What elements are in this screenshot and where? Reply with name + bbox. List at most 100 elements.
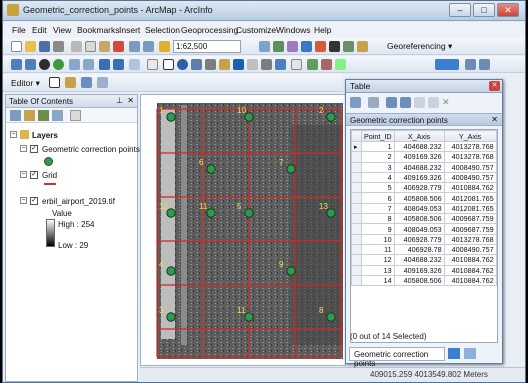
cell-point-id[interactable]: 8 — [361, 213, 395, 225]
row-selector[interactable] — [351, 254, 362, 266]
row-selector-header[interactable] — [351, 130, 362, 142]
select-elements-icon[interactable] — [163, 59, 174, 70]
toc-window-icon[interactable] — [273, 41, 284, 52]
table-row[interactable]: 10 406928.779 4013278.768 — [351, 233, 497, 245]
layer-toggle-raster[interactable]: − — [20, 197, 27, 204]
cell-y-axis[interactable]: 4013278.768 — [443, 140, 497, 153]
copy-icon[interactable] — [85, 41, 96, 52]
menu-edit[interactable]: Edit — [32, 25, 47, 35]
list-by-visibility-icon[interactable] — [38, 110, 49, 121]
table-row[interactable]: 9 408049.053 4009687.759 — [351, 223, 497, 235]
correction-point[interactable] — [206, 164, 216, 174]
edit-tool-icon[interactable] — [49, 77, 60, 88]
find-icon[interactable] — [191, 59, 202, 70]
cell-y-axis[interactable]: 4010884.762 — [443, 254, 497, 266]
correction-point[interactable] — [286, 266, 296, 276]
table-row[interactable]: 6 405808.506 4012081.765 — [351, 192, 497, 204]
correction-point[interactable] — [166, 266, 176, 276]
redo-icon[interactable] — [143, 41, 154, 52]
cell-point-id[interactable]: 11 — [361, 243, 395, 256]
column-header-point-id[interactable]: Point_ID — [361, 130, 395, 142]
row-selector[interactable] — [351, 192, 362, 204]
map-canvas[interactable]: 1 10 2 6 7 12 13 5 11 4 9 3 11 8 — [141, 95, 345, 365]
new-document-icon[interactable] — [11, 41, 22, 52]
table-row[interactable]: 11 406928.78 4008490.757 — [351, 243, 497, 256]
cell-y-axis[interactable]: 4009687.759 — [443, 213, 497, 225]
catalog-window-icon[interactable] — [287, 41, 298, 52]
cell-y-axis[interactable]: 4010884.762 — [443, 182, 497, 194]
time-slider-icon[interactable] — [261, 59, 272, 70]
table-tab-close-icon[interactable]: ✕ — [491, 115, 498, 124]
clear-selection-icon[interactable] — [147, 59, 158, 70]
toc-close-icon[interactable]: ✕ — [127, 96, 134, 105]
minimize-button[interactable]: – — [449, 3, 471, 17]
layer-toggle-grid[interactable]: − — [20, 171, 27, 178]
map-display[interactable]: 1 10 2 6 7 12 13 5 11 4 9 3 11 8 — [140, 94, 346, 366]
cell-y-axis[interactable]: 4013278.768 — [443, 233, 497, 245]
rotate-icon[interactable] — [307, 59, 318, 70]
row-selector[interactable] — [351, 202, 362, 215]
list-by-source-icon[interactable] — [24, 110, 35, 121]
cell-x-axis[interactable]: 406928.779 — [393, 233, 445, 245]
table-bottom-tab[interactable]: Geometric correction points — [349, 347, 445, 368]
add-data-icon[interactable] — [159, 41, 170, 52]
cell-y-axis[interactable]: 4012081.765 — [443, 202, 497, 215]
cell-point-id[interactable]: 5 — [361, 182, 395, 194]
zoom-out-icon[interactable] — [25, 59, 36, 70]
undo-icon[interactable] — [129, 41, 140, 52]
cell-point-id[interactable]: 9 — [361, 223, 395, 235]
viewer-window-icon[interactable] — [275, 59, 286, 70]
correction-point[interactable] — [326, 312, 336, 322]
layer-visibility-checkbox-grid[interactable]: ✓ — [30, 171, 38, 179]
row-selector[interactable] — [351, 243, 362, 256]
swipe-icon[interactable] — [479, 59, 490, 70]
effects-icon[interactable] — [465, 59, 476, 70]
show-all-records-icon[interactable] — [448, 348, 460, 359]
correction-point[interactable] — [286, 164, 296, 174]
go-forward-icon[interactable] — [113, 59, 124, 70]
editor-menu[interactable]: Editor ▾ — [11, 78, 40, 89]
related-tables-icon[interactable] — [368, 97, 379, 108]
row-selector[interactable] — [351, 213, 362, 225]
correction-point[interactable] — [166, 112, 176, 122]
menu-customize[interactable]: Customize — [236, 25, 276, 35]
cell-x-axis[interactable]: 406928.779 — [393, 182, 445, 194]
correction-point[interactable] — [326, 208, 336, 218]
paste-icon[interactable] — [99, 41, 110, 52]
correction-point[interactable] — [244, 112, 254, 122]
cell-x-axis[interactable]: 405808.506 — [393, 274, 445, 287]
python-window-icon[interactable] — [329, 41, 340, 52]
go-back-icon[interactable] — [99, 59, 110, 70]
table-row[interactable]: 12 404688.232 4010884.762 — [351, 254, 497, 266]
switch-selection-icon[interactable] — [400, 97, 411, 108]
cut-icon[interactable] — [71, 41, 82, 52]
row-selector[interactable] — [351, 161, 362, 173]
row-selector[interactable] — [351, 151, 362, 163]
correction-point[interactable] — [206, 208, 216, 218]
cell-point-id[interactable]: 14 — [361, 274, 395, 287]
measure-icon[interactable] — [219, 59, 230, 70]
layer-toggle-points[interactable]: − — [20, 145, 27, 152]
menu-file[interactable]: File — [12, 25, 26, 35]
cell-point-id[interactable]: 7 — [361, 202, 395, 215]
cell-point-id[interactable]: 1 — [361, 140, 395, 153]
cell-y-axis[interactable]: 4008490.757 — [443, 243, 497, 256]
correction-point[interactable] — [244, 208, 254, 218]
table-row[interactable]: 3 404688.232 4008490.757 — [351, 161, 497, 173]
table-row[interactable]: 5 406928.779 4010884.762 — [351, 182, 497, 194]
toc-options-icon[interactable] — [70, 110, 81, 121]
correction-point[interactable] — [166, 312, 176, 322]
layer-name-grid[interactable]: Grid — [42, 171, 57, 180]
menu-windows[interactable]: Windows — [276, 25, 310, 35]
cell-x-axis[interactable]: 406928.78 — [393, 243, 445, 256]
cell-point-id[interactable]: 3 — [361, 161, 395, 173]
delete-selected-icon[interactable] — [428, 97, 439, 108]
cell-y-axis[interactable]: 4008490.757 — [443, 161, 497, 173]
cell-x-axis[interactable]: 404688.232 — [393, 161, 445, 173]
row-selector[interactable] — [351, 171, 362, 184]
arctoolbox-icon[interactable] — [315, 41, 326, 52]
row-selector[interactable] — [351, 264, 362, 276]
table-row[interactable]: ▸ 1 404688.232 4013278.768 — [351, 140, 497, 153]
column-header-y-axis[interactable]: Y_Axis — [443, 130, 497, 142]
editor-toolbar-icon[interactable] — [259, 41, 270, 52]
